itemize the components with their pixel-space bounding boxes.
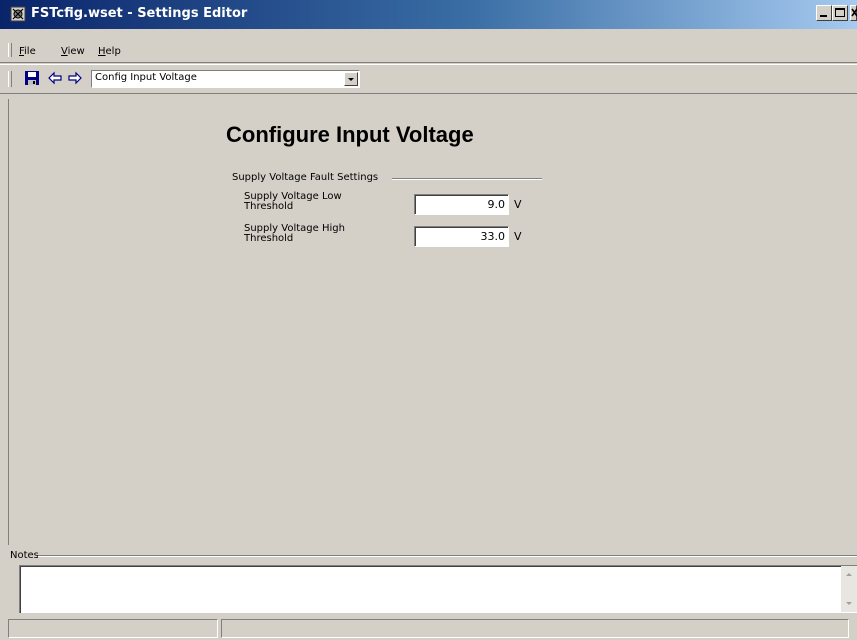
notes-label: Notes xyxy=(10,550,39,561)
low-threshold-value: 9.0 xyxy=(487,198,506,211)
notes-divider xyxy=(38,555,857,557)
group-label: Supply Voltage Fault Settings xyxy=(232,172,379,183)
high-threshold-input[interactable]: 33.0 xyxy=(414,226,509,247)
low-threshold-input[interactable]: 9.0 xyxy=(414,194,509,215)
menu-view[interactable]: View xyxy=(61,46,85,57)
title-bar[interactable]: FSTcfig.wset - Settings Editor xyxy=(0,0,857,29)
back-arrow-icon[interactable] xyxy=(47,70,63,86)
close-button[interactable] xyxy=(850,5,857,21)
high-threshold-value: 33.0 xyxy=(480,230,506,243)
content-divider xyxy=(8,99,9,545)
high-threshold-label: Supply Voltage High Threshold xyxy=(244,224,404,244)
page-title: Configure Input Voltage xyxy=(226,122,474,147)
save-icon[interactable] xyxy=(24,70,40,86)
window-title: FSTcfig.wset - Settings Editor xyxy=(31,6,248,21)
status-bar xyxy=(0,617,857,640)
app-icon xyxy=(10,6,26,22)
low-threshold-unit: V xyxy=(514,198,522,211)
settings-page xyxy=(8,99,857,545)
menu-help-label: elp xyxy=(105,46,121,57)
toolbar-grip xyxy=(8,71,12,87)
page-select-value: Config Input Voltage xyxy=(95,72,197,83)
menu-help-accel: H xyxy=(98,46,106,57)
menu-help[interactable]: Help xyxy=(98,46,121,57)
page-select[interactable]: Config Input Voltage xyxy=(91,70,360,88)
notes-textarea[interactable] xyxy=(19,565,857,613)
status-panel-2 xyxy=(221,619,849,638)
close-icon xyxy=(851,8,857,17)
maximize-icon xyxy=(835,8,845,17)
menu-view-accel: V xyxy=(61,46,68,57)
high-threshold-unit: V xyxy=(514,230,522,243)
menu-bar xyxy=(0,29,857,63)
menu-grip xyxy=(8,43,12,57)
menu-file[interactable]: File xyxy=(19,46,36,57)
group-divider xyxy=(392,178,542,180)
forward-arrow-icon[interactable] xyxy=(67,70,83,86)
status-panel-1 xyxy=(8,619,218,638)
notes-scrollbar[interactable] xyxy=(841,566,857,612)
low-threshold-label-line2: Threshold xyxy=(244,201,294,212)
page-select-dropdown-button[interactable] xyxy=(344,72,358,86)
minimize-button[interactable] xyxy=(816,5,832,21)
menu-view-label: iew xyxy=(67,46,85,57)
low-threshold-label: Supply Voltage Low Threshold xyxy=(244,192,404,212)
chevron-down-icon xyxy=(348,78,354,81)
scroll-arrows-icon xyxy=(846,573,852,605)
minimize-icon xyxy=(820,15,827,17)
maximize-button[interactable] xyxy=(832,5,848,21)
menu-file-label: ile xyxy=(24,46,36,57)
high-threshold-label-line2: Threshold xyxy=(244,233,294,244)
